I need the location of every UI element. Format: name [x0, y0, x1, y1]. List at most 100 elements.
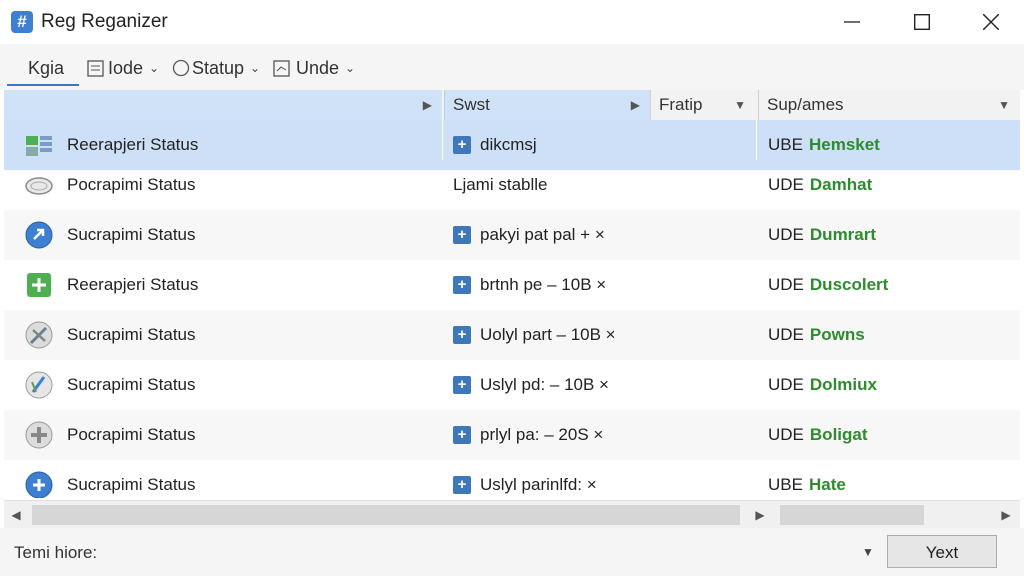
row-detail: Uolyl part – 10B × — [480, 325, 616, 344]
next-button[interactable]: Yext — [887, 535, 997, 568]
status-bar: Temi hiore: ▼ Yext — [0, 528, 1024, 576]
expand-arrow-icon: ▶ — [630, 98, 640, 112]
status-circle-icon — [172, 59, 190, 77]
ube-value: Hate — [808, 475, 846, 494]
scroll-left-icon[interactable]: ◀ — [6, 501, 26, 529]
tab-main[interactable]: Kgia — [8, 56, 78, 80]
sort-arrow-icon: ▼ — [998, 98, 1010, 112]
undo-dropdown[interactable]: Unde ⌄ — [273, 56, 355, 80]
minimize-button[interactable] — [823, 0, 881, 44]
maximize-icon — [914, 14, 930, 30]
column-header-label: Fratip — [659, 95, 703, 114]
column-header-status[interactable]: Swst ▶ — [444, 90, 650, 120]
ube-prefix: UBE — [768, 475, 803, 494]
column-header-names[interactable]: Sup/ames ▼ — [758, 90, 1020, 120]
status-dropdown[interactable]: Statup ⌄ — [172, 56, 260, 80]
row-detail-cell: Ljami stablle — [453, 160, 753, 210]
undo-label: Unde — [296, 57, 340, 78]
close-button[interactable] — [962, 0, 1020, 44]
column-header-type[interactable]: Fratip ▼ — [650, 90, 756, 120]
ube-prefix: UDE — [768, 375, 804, 394]
tab-main-label: Kgia — [28, 57, 65, 78]
chevron-down-icon: ⌄ — [149, 61, 160, 75]
row-detail-cell: + brtnh pe – 10B × — [453, 260, 753, 310]
expand-plus-icon[interactable]: + — [453, 136, 471, 154]
row-detail: pakyi pat pal + × — [480, 225, 605, 244]
table-row[interactable]: Pocrapimi Status Ljami stablle UDE Damha… — [4, 160, 1020, 210]
table-body: Reerapjeri Status + dikcmsj UBE Hemsket … — [4, 120, 1020, 498]
column-header-name[interactable]: ▶ — [4, 90, 442, 120]
grid-icon — [26, 136, 52, 156]
row-name-cell: Sucrapimi Status — [24, 310, 444, 360]
app-icon: # — [11, 11, 33, 33]
row-detail: dikcmsj — [480, 135, 537, 154]
tool-icon — [25, 321, 53, 349]
row-name-cell: Pocrapimi Status — [24, 160, 444, 210]
ube-prefix: UBE — [768, 135, 803, 154]
row-name: Sucrapimi Status — [67, 325, 196, 344]
status-text: Temi hiore: — [14, 543, 98, 562]
row-name: Sucrapimi Status — [67, 475, 196, 494]
column-divider — [756, 120, 757, 160]
row-detail-cell: + prlyl pa: – 20S × — [453, 410, 753, 460]
row-ube-cell: UDE Boligat — [768, 410, 1018, 460]
row-ube-cell: UDE Dumrart — [768, 210, 1018, 260]
window-title: Reg Reganizer — [41, 11, 168, 32]
expand-plus-icon[interactable]: + — [453, 476, 471, 494]
table-row[interactable]: Sucrapimi Status + pakyi pat pal + × UDE… — [4, 210, 1020, 260]
row-detail-cell: + Uslyl parinlfd: × — [453, 460, 753, 498]
close-icon — [983, 14, 999, 30]
column-header-label: Sup/ames — [767, 95, 844, 114]
table-row[interactable]: Sucrapimi Status + Uslyl pd: – 10B × UDE… — [4, 360, 1020, 410]
ube-prefix: UDE — [768, 225, 804, 244]
sort-arrow-icon: ▼ — [734, 98, 746, 112]
row-name: Sucrapimi Status — [67, 225, 196, 244]
scroll-right-icon[interactable]: ▶ — [750, 501, 770, 529]
row-ube-cell: UDE Duscolert — [768, 260, 1018, 310]
node-dropdown[interactable]: Iode ⌄ — [87, 56, 159, 80]
expand-plus-icon[interactable]: + — [453, 326, 471, 344]
table-row[interactable]: Sucrapimi Status + Uolyl part – 10B × UD… — [4, 310, 1020, 360]
row-detail: Uslyl pd: – 10B × — [480, 375, 609, 394]
scrollbar-thumb[interactable] — [32, 505, 740, 525]
horizontal-scrollbar[interactable]: ◀ ▶ ▶ — [4, 500, 1020, 529]
table-row[interactable]: Pocrapimi Status + prlyl pa: – 20S × UDE… — [4, 410, 1020, 460]
disk-icon — [25, 177, 53, 195]
scroll-right-icon[interactable]: ▶ — [996, 501, 1016, 529]
expand-plus-icon[interactable]: + — [453, 376, 471, 394]
row-name-cell: Pocrapimi Status — [24, 410, 444, 460]
undo-icon — [273, 59, 290, 77]
expand-arrow-icon: ▶ — [422, 98, 432, 112]
row-name: Reerapjeri Status — [67, 135, 199, 154]
ube-value: Dolmiux — [809, 375, 877, 394]
maximize-button[interactable] — [893, 0, 951, 44]
row-ube-cell: UDE Damhat — [768, 160, 1018, 210]
chevron-down-icon: ⌄ — [250, 61, 261, 75]
table-row[interactable]: Reerapjeri Status + brtnh pe – 10B × UDE… — [4, 260, 1020, 310]
ube-prefix: UDE — [768, 325, 804, 344]
toolbar: Kgia Iode ⌄ Statup ⌄ Unde ⌄ — [0, 44, 1024, 90]
scrollbar-thumb-secondary[interactable] — [780, 505, 924, 525]
expand-plus-icon[interactable]: + — [453, 226, 471, 244]
ube-value: Duscolert — [809, 275, 889, 294]
row-name: Reerapjeri Status — [67, 275, 199, 294]
row-detail-cell: + pakyi pat pal + × — [453, 210, 753, 260]
column-header-label: Swst — [453, 95, 490, 114]
table-row[interactable]: Sucrapimi Status + Uslyl parinlfd: × UBE… — [4, 460, 1020, 498]
row-name-cell: Sucrapimi Status — [24, 460, 444, 498]
chevron-down-icon: ⌄ — [345, 61, 356, 75]
table-header: ▶ Swst ▶ Fratip ▼ Sup/ames ▼ — [4, 90, 1020, 121]
expand-plus-icon[interactable]: + — [453, 276, 471, 294]
expand-plus-icon[interactable]: + — [453, 426, 471, 444]
active-tab-indicator — [7, 84, 79, 86]
row-detail-cell: + Uslyl pd: – 10B × — [453, 360, 753, 410]
ube-value: Hemsket — [808, 135, 880, 154]
title-bar: # Reg Reganizer — [0, 0, 1024, 44]
shield-plus-icon — [27, 273, 51, 297]
plus-circle-icon — [25, 471, 53, 498]
row-detail: prlyl pa: – 20S × — [480, 425, 604, 444]
row-name: Pocrapimi Status — [67, 425, 196, 444]
row-ube-cell: UBE Hate — [768, 460, 1018, 498]
chevron-down-icon[interactable]: ▼ — [862, 545, 874, 559]
ube-value: Dumrart — [809, 225, 877, 244]
